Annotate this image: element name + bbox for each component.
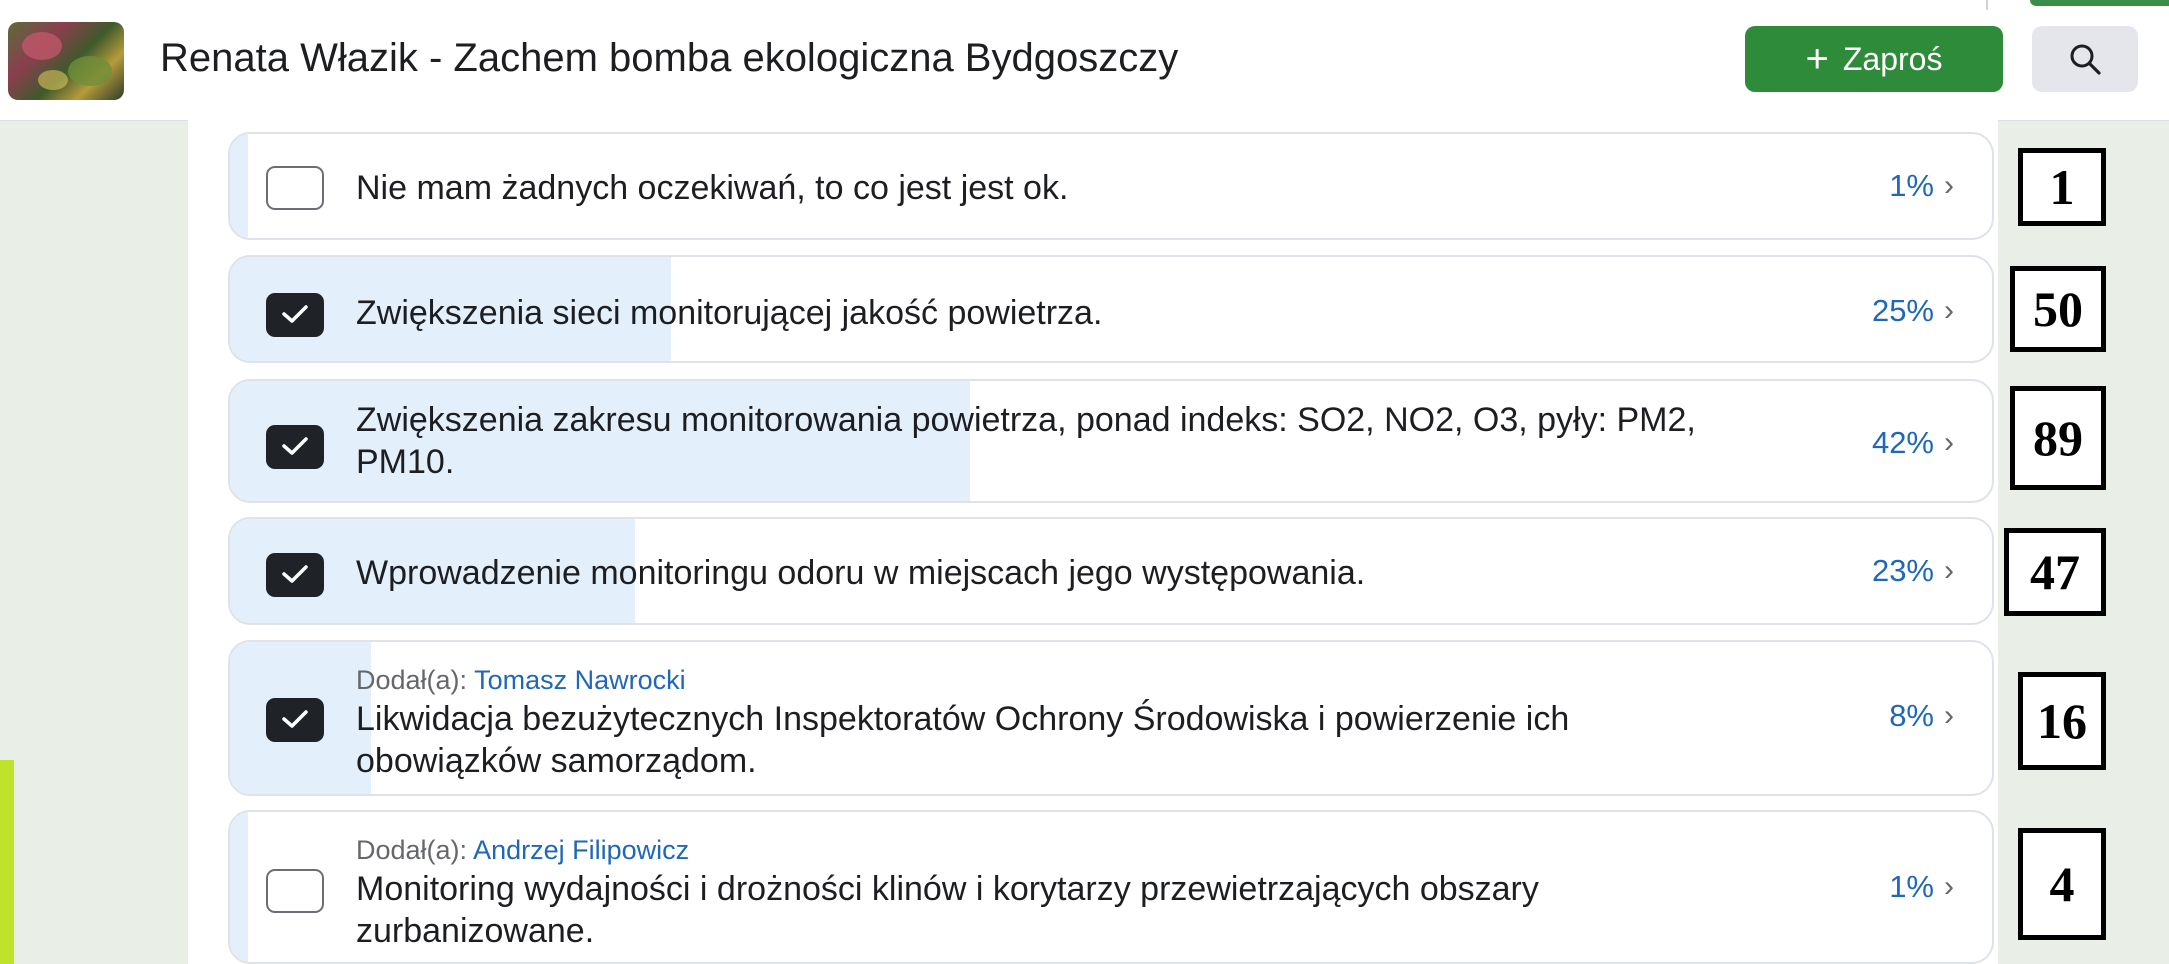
option-percent-link[interactable]: 1% › [1889,869,1954,905]
option-percent: 25% [1871,293,1934,328]
slide-accent-bar [0,760,14,964]
vote-count-box: 47 [2004,528,2106,616]
poll-option[interactable]: Dodał(a): Tomasz Nawrocki Likwidacja bez… [228,640,1994,796]
chevron-right-icon: › [1944,294,1954,327]
group-header: Renata Włazik - Zachem bomba ekologiczna… [0,0,2169,121]
poll-option[interactable]: Wprowadzenie monitoringu odoru w miejsca… [228,517,1994,625]
vote-count-box: 16 [2018,672,2106,770]
checkbox-unchecked[interactable] [266,869,324,913]
added-by: Dodał(a): Andrzej Filipowicz [356,834,1746,866]
chevron-right-icon: › [1944,426,1954,459]
header-green-edge [2030,0,2169,6]
checkbox-checked[interactable] [266,293,324,337]
option-percent: 42% [1871,425,1934,460]
poll-option[interactable]: Zwiększenia zakresu monitorowania powiet… [228,379,1994,503]
vote-count: 4 [2049,856,2075,912]
added-by-prefix: Dodał(a): [356,665,468,695]
vote-bar [230,812,248,962]
added-by: Dodał(a): Tomasz Nawrocki [356,664,1746,696]
poll-option[interactable]: Dodał(a): Andrzej Filipowicz Monitoring … [228,810,1994,964]
option-text: Zwiększenia zakresu monitorowania powiet… [356,401,1696,481]
group-title[interactable]: Renata Włazik - Zachem bomba ekologiczna… [160,36,1178,81]
chevron-right-icon: › [1944,169,1954,202]
option-text: Zwiększenia sieci monitorującej jakość p… [356,294,1103,332]
author-link[interactable]: Andrzej Filipowicz [473,835,689,865]
vote-count: 16 [2037,693,2087,749]
option-text: Likwidacja bezużytecznych Inspektoratów … [356,700,1570,780]
option-text: Nie mam żadnych oczekiwań, to co jest je… [356,169,1069,207]
poll-option[interactable]: Zwiększenia sieci monitorującej jakość p… [228,255,1994,363]
checkbox-checked[interactable] [266,425,324,469]
plus-icon: + [1805,37,1829,81]
checkbox-unchecked[interactable] [266,166,324,210]
chevron-right-icon: › [1944,870,1954,903]
vote-count: 89 [2033,410,2083,466]
poll-option[interactable]: Nie mam żadnych oczekiwań, to co jest je… [228,132,1994,240]
option-text: Monitoring wydajności i drożności klinów… [356,870,1539,950]
checkbox-checked[interactable] [266,698,324,742]
checkmark-icon [282,565,308,583]
author-link[interactable]: Tomasz Nawrocki [474,665,686,695]
invite-button[interactable]: + Zaproś [1745,26,2003,92]
added-by-prefix: Dodał(a): [356,835,468,865]
option-percent-link[interactable]: 8% › [1889,698,1954,734]
vote-count: 47 [2030,544,2080,600]
option-percent: 23% [1871,553,1934,588]
option-percent: 1% [1889,168,1934,203]
vote-count-box: 89 [2010,386,2106,490]
checkbox-checked[interactable] [266,553,324,597]
header-divider [1986,0,1988,10]
vote-count-box: 50 [2010,266,2106,352]
checkmark-icon [282,710,308,728]
chevron-right-icon: › [1944,554,1954,587]
checkmark-icon [282,305,308,323]
option-percent: 1% [1889,869,1934,904]
group-cover-image[interactable] [8,22,124,100]
vote-count-box: 4 [2018,828,2106,940]
search-icon [2070,44,2101,75]
invite-label: Zaproś [1842,40,1943,77]
search-button[interactable] [2032,26,2138,92]
vote-bar [230,134,248,238]
option-percent-link[interactable]: 42% › [1872,425,1954,461]
vote-count: 1 [2049,159,2075,215]
option-percent-link[interactable]: 25% › [1872,293,1954,329]
checkmark-icon [282,437,308,455]
option-percent: 8% [1889,698,1934,733]
option-text: Wprowadzenie monitoringu odoru w miejsca… [356,554,1366,592]
vote-count: 50 [2033,281,2083,337]
chevron-right-icon: › [1944,699,1954,732]
option-percent-link[interactable]: 23% › [1872,553,1954,589]
vote-count-box: 1 [2018,148,2106,226]
option-percent-link[interactable]: 1% › [1889,168,1954,204]
